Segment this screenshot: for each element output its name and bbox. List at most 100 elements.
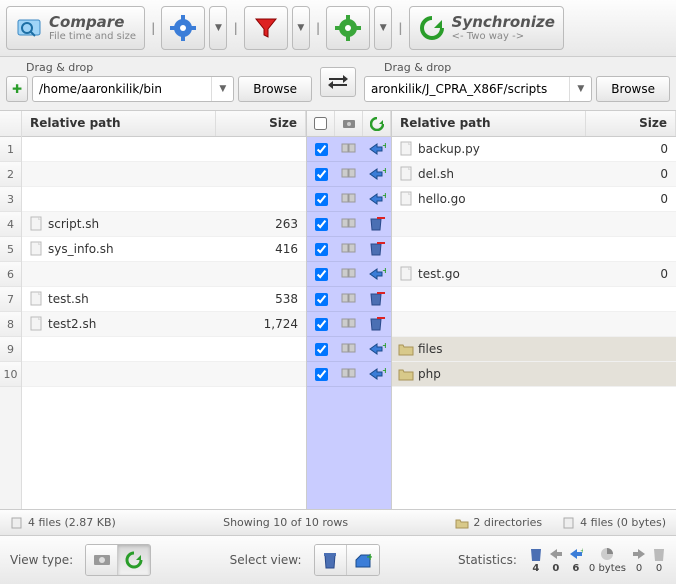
right-path-caret[interactable]: ▼ bbox=[569, 77, 591, 101]
sync-direction-icon[interactable]: + bbox=[363, 367, 391, 381]
svg-text:+: + bbox=[382, 167, 386, 175]
table-row[interactable] bbox=[22, 362, 306, 387]
category-icon[interactable] bbox=[335, 292, 363, 306]
table-row[interactable] bbox=[22, 187, 306, 212]
row-checkbox[interactable] bbox=[315, 318, 328, 331]
category-icon[interactable] bbox=[335, 267, 363, 281]
category-icon[interactable] bbox=[335, 167, 363, 181]
sync-direction-icon[interactable] bbox=[363, 317, 391, 331]
file-size: 0 bbox=[586, 167, 676, 181]
table-row[interactable]: del.sh0 bbox=[392, 162, 676, 187]
file-icon bbox=[28, 216, 44, 232]
sync-direction-icon[interactable]: + bbox=[363, 142, 391, 156]
row-number[interactable]: 6 bbox=[0, 262, 21, 287]
category-header-icon[interactable] bbox=[335, 111, 363, 136]
table-row[interactable]: test2.sh1,724 bbox=[22, 312, 306, 337]
table-row[interactable]: backup.py0 bbox=[392, 137, 676, 162]
table-row[interactable]: files bbox=[392, 337, 676, 362]
row-number[interactable]: 9 bbox=[0, 337, 21, 362]
left-browse-button[interactable]: Browse bbox=[238, 76, 312, 102]
row-number[interactable]: 1 bbox=[0, 137, 21, 162]
right-path-input[interactable] bbox=[365, 77, 569, 101]
category-icon[interactable] bbox=[335, 142, 363, 156]
sync-direction-icon[interactable] bbox=[363, 292, 391, 306]
left-path-combo[interactable]: ▼ bbox=[32, 76, 234, 102]
category-icon[interactable] bbox=[335, 242, 363, 256]
table-row[interactable]: php bbox=[392, 362, 676, 387]
row-number[interactable]: 2 bbox=[0, 162, 21, 187]
view-action-button[interactable] bbox=[118, 545, 150, 575]
row-checkbox[interactable] bbox=[315, 243, 328, 256]
table-row[interactable] bbox=[22, 137, 306, 162]
stat-icon bbox=[529, 546, 543, 562]
sync-settings-button[interactable] bbox=[326, 6, 370, 50]
sync-direction-icon[interactable]: + bbox=[363, 167, 391, 181]
folder-icon bbox=[398, 341, 414, 357]
swap-sides-button[interactable] bbox=[320, 67, 356, 97]
right-header-size[interactable]: Size bbox=[586, 111, 676, 136]
row-checkbox[interactable] bbox=[315, 343, 328, 356]
sync-direction-icon[interactable] bbox=[363, 217, 391, 231]
left-header-size[interactable]: Size bbox=[216, 111, 306, 136]
table-row[interactable]: test.sh538 bbox=[22, 287, 306, 312]
filter-dropdown[interactable]: ▼ bbox=[292, 6, 310, 50]
blank-icon bbox=[398, 316, 414, 332]
action-row: + bbox=[307, 187, 391, 212]
main-toolbar: Compare File time and size | ▼ | ▼ | ▼ |… bbox=[0, 0, 676, 57]
table-row[interactable]: hello.go0 bbox=[392, 187, 676, 212]
row-checkbox[interactable] bbox=[315, 218, 328, 231]
checkbox-header[interactable] bbox=[307, 111, 335, 136]
sync-direction-icon[interactable] bbox=[363, 242, 391, 256]
synchronize-button[interactable]: Synchronize <- Two way -> bbox=[409, 6, 564, 50]
left-path-caret[interactable]: ▼ bbox=[211, 77, 233, 101]
table-row[interactable]: sys_info.sh416 bbox=[22, 237, 306, 262]
table-row[interactable] bbox=[22, 162, 306, 187]
view-category-button[interactable] bbox=[86, 545, 118, 575]
category-icon[interactable] bbox=[335, 192, 363, 206]
right-path-combo[interactable]: ▼ bbox=[364, 76, 592, 102]
sync-direction-icon[interactable]: + bbox=[363, 192, 391, 206]
row-checkbox[interactable] bbox=[315, 293, 328, 306]
category-icon[interactable] bbox=[335, 217, 363, 231]
action-row: + bbox=[307, 137, 391, 162]
add-pair-left-button[interactable]: ✚ bbox=[6, 76, 28, 102]
row-number[interactable]: 4 bbox=[0, 212, 21, 237]
right-browse-button[interactable]: Browse bbox=[596, 76, 670, 102]
row-number[interactable]: 8 bbox=[0, 312, 21, 337]
sync-direction-icon[interactable]: + bbox=[363, 267, 391, 281]
table-row[interactable] bbox=[392, 312, 676, 337]
row-checkbox[interactable] bbox=[315, 268, 328, 281]
right-header-path[interactable]: Relative path bbox=[392, 111, 586, 136]
category-icon[interactable] bbox=[335, 317, 363, 331]
table-row[interactable] bbox=[392, 237, 676, 262]
table-row[interactable] bbox=[392, 287, 676, 312]
row-number[interactable]: 5 bbox=[0, 237, 21, 262]
left-header-path[interactable]: Relative path bbox=[22, 111, 216, 136]
row-checkbox[interactable] bbox=[315, 368, 328, 381]
table-row[interactable]: test.go0 bbox=[392, 262, 676, 287]
select-delete-button[interactable] bbox=[315, 545, 347, 575]
status-left: 4 files (2.87 KB) bbox=[28, 516, 116, 529]
table-row[interactable] bbox=[22, 337, 306, 362]
select-create-button[interactable]: + bbox=[347, 545, 379, 575]
row-number[interactable]: 10 bbox=[0, 362, 21, 387]
row-checkbox[interactable] bbox=[315, 143, 328, 156]
row-number[interactable]: 3 bbox=[0, 187, 21, 212]
table-row[interactable]: script.sh263 bbox=[22, 212, 306, 237]
category-icon[interactable] bbox=[335, 367, 363, 381]
toolbar-separator: | bbox=[314, 21, 322, 35]
row-checkbox[interactable] bbox=[315, 193, 328, 206]
sync-direction-icon[interactable]: + bbox=[363, 342, 391, 356]
action-header-icon[interactable] bbox=[363, 111, 391, 136]
left-path-input[interactable] bbox=[33, 77, 211, 101]
table-row[interactable] bbox=[392, 212, 676, 237]
table-row[interactable] bbox=[22, 262, 306, 287]
sync-settings-dropdown[interactable]: ▼ bbox=[374, 6, 392, 50]
settings-dropdown[interactable]: ▼ bbox=[209, 6, 227, 50]
filter-button[interactable] bbox=[244, 6, 288, 50]
settings-button[interactable] bbox=[161, 6, 205, 50]
category-icon[interactable] bbox=[335, 342, 363, 356]
row-number[interactable]: 7 bbox=[0, 287, 21, 312]
compare-button[interactable]: Compare File time and size bbox=[6, 6, 145, 50]
row-checkbox[interactable] bbox=[315, 168, 328, 181]
